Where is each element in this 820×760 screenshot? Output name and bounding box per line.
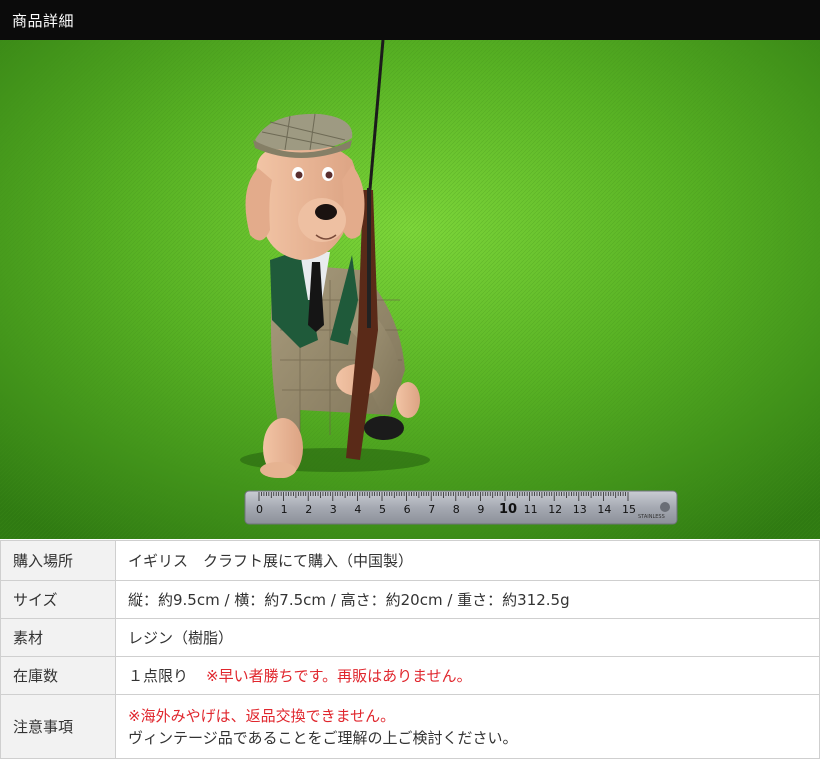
section-title: 商品詳細 <box>12 11 75 30</box>
ruler-number: 2 <box>305 503 312 516</box>
spec-label: 素材 <box>0 618 116 657</box>
ruler-number: 13 <box>573 503 587 516</box>
product-photo-svg: 0 1 2 3 4 5 6 7 8 9 10 11 12 13 14 15 STAINLESS <box>0 40 820 539</box>
notes-warning: ※海外みやげは、返品交換できません。 <box>128 706 396 725</box>
ruler-number: 6 <box>404 503 411 516</box>
ruler-number: 4 <box>354 503 361 516</box>
spec-value: ※海外みやげは、返品交換できません。 ヴィンテージ品であることをご理解の上ご検討… <box>115 694 820 759</box>
spec-row-stock: 在庫数 １点限り ※早い者勝ちです。再販はありません。 <box>0 656 820 695</box>
spec-row-size: サイズ 縦：約9.5cm / 横：約7.5cm / 高さ：約20cm / 重さ：… <box>0 580 820 619</box>
ruler-number: 0 <box>256 503 263 516</box>
spec-row-material: 素材 レジン（樹脂） <box>0 618 820 657</box>
ruler-number: 9 <box>477 503 484 516</box>
spec-row-notes: 注意事項 ※海外みやげは、返品交換できません。 ヴィンテージ品であることをご理解… <box>0 694 820 759</box>
product-photo: 0 1 2 3 4 5 6 7 8 9 10 11 12 13 14 15 STAINLESS <box>0 40 820 539</box>
spec-value: イギリス クラフト展にて購入（中国製） <box>115 540 820 581</box>
ruler-number: 11 <box>524 503 538 516</box>
ruler: 0 1 2 3 4 5 6 7 8 9 10 11 12 13 14 15 STAINLESS <box>244 490 678 525</box>
svg-text:STAINLESS: STAINLESS <box>638 514 665 520</box>
spec-row-purchase-place: 購入場所 イギリス クラフト展にて購入（中国製） <box>0 540 820 581</box>
ruler-number: 5 <box>379 503 386 516</box>
ruler-number: 15 <box>622 503 636 516</box>
spec-label: 注意事項 <box>0 694 116 759</box>
spec-label: 購入場所 <box>0 540 116 581</box>
spec-table: 購入場所 イギリス クラフト展にて購入（中国製） サイズ 縦：約9.5cm / … <box>0 540 820 759</box>
ruler-number: 12 <box>548 503 562 516</box>
notes-text: ヴィンテージ品であることをご理解の上ご検討ください。 <box>128 728 518 747</box>
ruler-number: 3 <box>330 503 337 516</box>
spec-label: サイズ <box>0 580 116 619</box>
ruler-number: 10 <box>499 502 517 517</box>
ruler-number: 8 <box>453 503 460 516</box>
stock-warning: ※早い者勝ちです。再販はありません。 <box>206 666 472 685</box>
ruler-number: 7 <box>428 503 435 516</box>
section-header: 商品詳細 <box>0 0 820 40</box>
ruler-number: 1 <box>281 503 288 516</box>
spec-value: 縦：約9.5cm / 横：約7.5cm / 高さ：約20cm / 重さ：約312… <box>115 580 820 619</box>
spec-value: レジン（樹脂） <box>115 618 820 657</box>
stock-count: １点限り <box>128 666 189 685</box>
spec-value: １点限り ※早い者勝ちです。再販はありません。 <box>115 656 820 695</box>
spec-label: 在庫数 <box>0 656 116 695</box>
ruler-number: 14 <box>597 503 611 516</box>
